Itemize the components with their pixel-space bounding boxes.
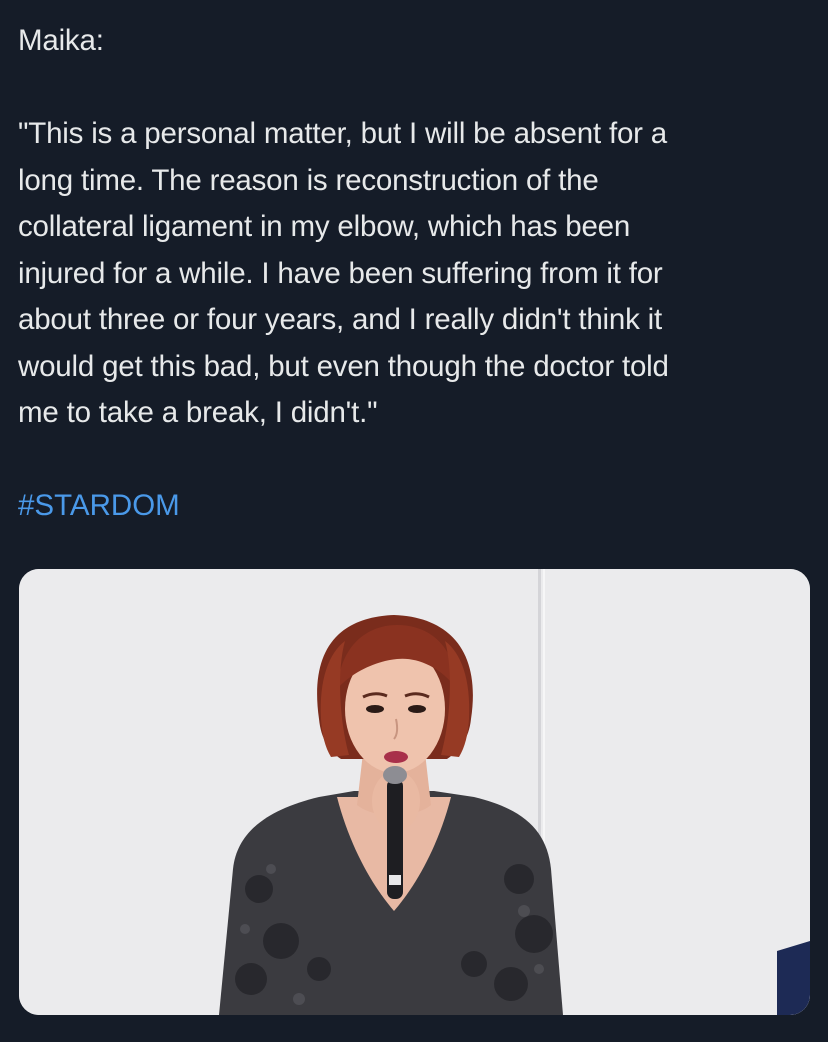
- photo-illustration: [19, 569, 810, 1015]
- attached-photo[interactable]: [19, 569, 810, 1015]
- quote-line: long time. The reason is reconstruction …: [18, 163, 599, 197]
- quote-line: injured for a while. I have been sufferi…: [18, 256, 663, 290]
- tweet-text: Maika: "This is a personal matter, but I…: [18, 18, 810, 530]
- quote-line: "This is a personal matter, but I will b…: [18, 117, 667, 150]
- quote-line: me to take a break, I didn't.": [18, 396, 378, 429]
- quote-line: collateral ligament in my elbow, which h…: [18, 210, 631, 243]
- quote-line: would get this bad, but even though the …: [18, 349, 669, 383]
- quote-line: about three or four years, and I really …: [18, 303, 662, 336]
- speaker-line: Maika:: [18, 24, 104, 57]
- quote-block: "This is a personal matter, but I will b…: [18, 111, 810, 437]
- hashtag-link[interactable]: #STARDOM: [18, 483, 180, 530]
